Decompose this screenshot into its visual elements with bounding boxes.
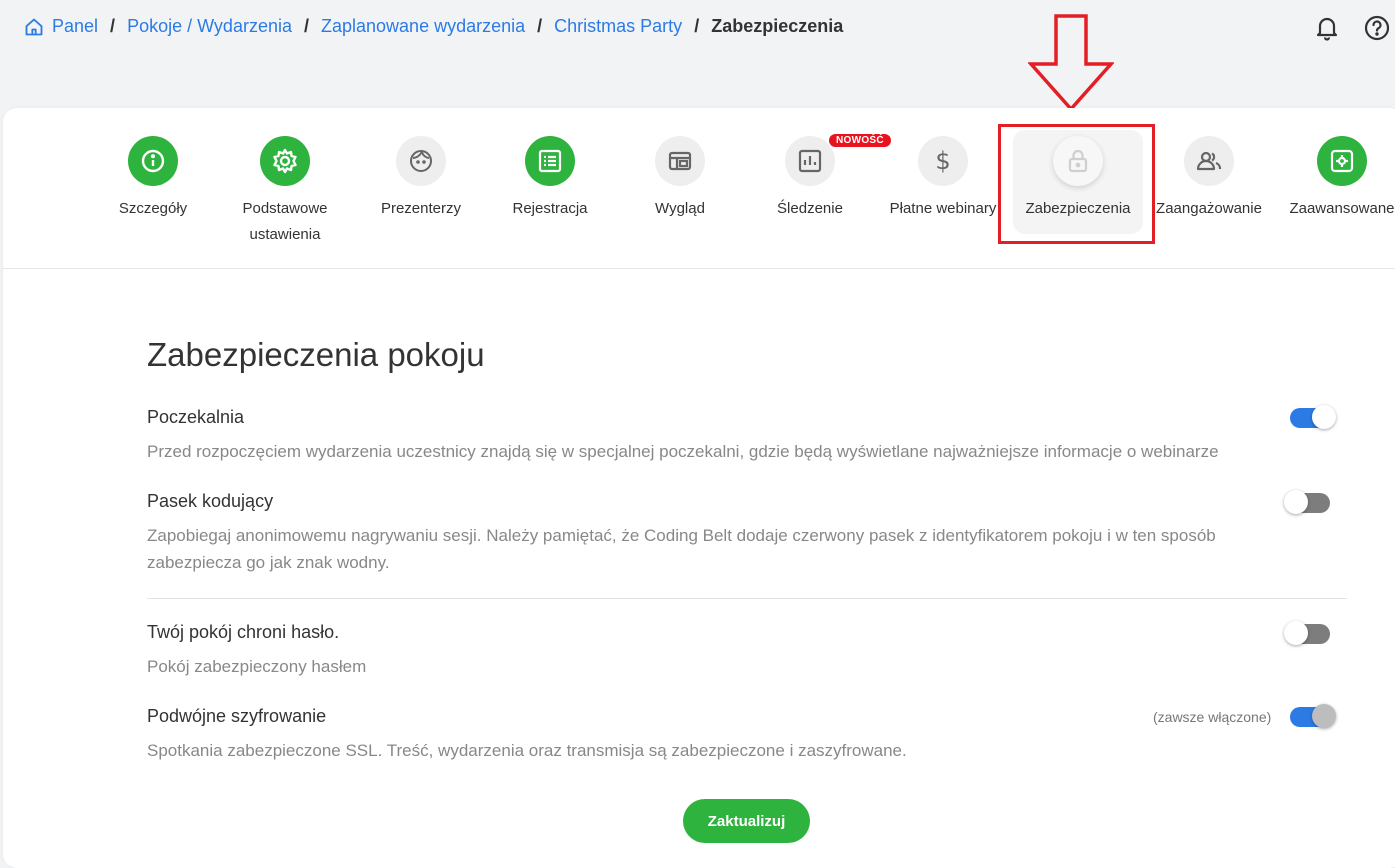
section-title: Zabezpieczenia pokoju	[147, 336, 485, 373]
breadcrumb-separator: /	[303, 16, 309, 36]
setting-waiting-room: Poczekalnia Przed rozpoczęciem wydarzeni…	[147, 407, 1347, 465]
top-bar: Panel / Pokoje / Wydarzenia / Zaplanowan…	[0, 0, 1395, 60]
double-encryption-toggle	[1290, 704, 1336, 728]
header-icons	[1313, 14, 1391, 42]
tab-label: Śledzenie	[777, 200, 843, 217]
breadcrumb: Panel / Pokoje / Wydarzenia / Zaplanowan…	[24, 16, 843, 37]
settings-tabs: Szczegóły Podstawowe ustawienia Prezente…	[3, 108, 1395, 269]
tab-label: Zaawansowane	[1289, 200, 1395, 217]
help-icon[interactable]	[1363, 14, 1391, 42]
setting-password: Twój pokój chroni hasło. Pokój zabezpiec…	[147, 622, 1347, 680]
breadcrumb-current: Zabezpieczenia	[711, 16, 844, 36]
setting-description: Zapobiegaj anonimowemu nagrywaniu sesji.…	[147, 526, 1216, 572]
breadcrumb-panel-label: Panel	[52, 16, 99, 36]
tab-szczegoly[interactable]: Szczegóły	[88, 136, 218, 222]
tab-wyglad[interactable]: Wygląd	[615, 136, 745, 222]
annotation-highlight-box	[998, 124, 1155, 244]
setting-description: Spotkania zabezpieczone SSL. Treść, wyda…	[147, 741, 907, 760]
tab-label: Podstawowe ustawienia	[242, 200, 328, 243]
setting-title: Poczekalnia	[147, 407, 245, 427]
toggle-knob	[1312, 704, 1336, 728]
watermark-bar-toggle[interactable]	[1284, 490, 1330, 514]
tab-label: Szczegóły	[118, 200, 188, 217]
breadcrumb-scheduled-events[interactable]: Zaplanowane wydarzenia	[321, 16, 525, 37]
bell-icon[interactable]	[1313, 14, 1341, 42]
home-icon	[25, 18, 43, 35]
breadcrumb-rooms-events[interactable]: Pokoje / Wydarzenia	[127, 16, 292, 37]
toggle-knob	[1312, 405, 1336, 429]
divider	[147, 598, 1347, 599]
form-icon	[525, 136, 575, 186]
breadcrumb-separator: /	[694, 16, 700, 36]
setting-watermark-bar: Pasek kodujący Zapobiegaj anonimowemu na…	[147, 491, 1347, 576]
tab-label: Zaangażowanie	[1156, 200, 1262, 217]
breadcrumb-separator: /	[110, 16, 116, 36]
chart-icon	[785, 136, 835, 186]
annotation-arrow-icon	[1028, 14, 1114, 112]
layout-icon	[655, 136, 705, 186]
tab-label: Wygląd	[655, 200, 705, 217]
tab-podstawowe-ustawienia[interactable]: Podstawowe ustawienia	[220, 136, 350, 248]
setting-title: Twój pokój chroni hasło.	[147, 622, 340, 642]
tab-label: Płatne webinary	[889, 200, 997, 217]
tab-label: Prezenterzy	[380, 200, 462, 217]
gear-icon	[260, 136, 310, 186]
tab-zaawansowane[interactable]: Zaawansowane	[1277, 136, 1395, 222]
settings-box-icon	[1317, 136, 1367, 186]
people-icon	[1184, 136, 1234, 186]
face-icon	[396, 136, 446, 186]
tab-rejestracja[interactable]: Rejestracja	[485, 136, 615, 222]
update-button[interactable]: Zaktualizuj	[683, 799, 810, 843]
toggle-knob	[1284, 490, 1308, 514]
tab-zaangazowanie[interactable]: Zaangażowanie	[1144, 136, 1274, 222]
info-icon	[128, 136, 178, 186]
tab-label: Rejestracja	[512, 200, 588, 217]
setting-title: Pasek kodujący	[147, 491, 274, 511]
breadcrumb-separator: /	[537, 16, 543, 36]
toggle-knob	[1284, 621, 1308, 645]
breadcrumb-christmas-party[interactable]: Christmas Party	[554, 16, 682, 37]
setting-description: Przed rozpoczęciem wydarzenia uczestnicy…	[147, 442, 1219, 461]
breadcrumb-panel[interactable]: Panel	[24, 16, 98, 37]
tab-sledzenie[interactable]: NOWOŚĆ Śledzenie	[745, 134, 891, 222]
setting-description: Pokój zabezpieczony hasłem	[147, 657, 367, 676]
dollar-icon: $	[918, 136, 968, 186]
always-on-note: (zawsze włączone)	[1153, 709, 1272, 725]
waiting-room-toggle[interactable]	[1290, 405, 1336, 429]
password-toggle[interactable]	[1284, 621, 1330, 645]
tab-prezenterzy[interactable]: Prezenterzy	[356, 136, 486, 222]
tab-platne-webinary[interactable]: $ Płatne webinary	[878, 136, 1008, 222]
